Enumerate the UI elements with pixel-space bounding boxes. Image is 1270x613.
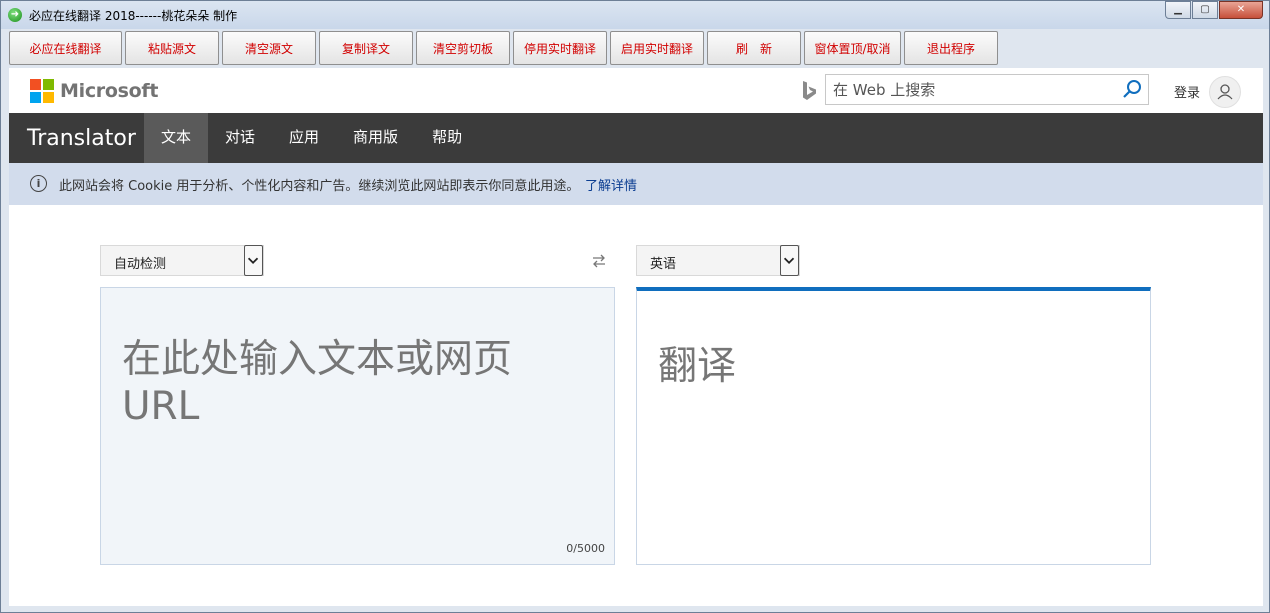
cookie-banner: i 此网站会将 Cookie 用于分析、个性化内容和广告。继续浏览此网站即表示你… [9, 163, 1263, 205]
app-icon: ➜ [8, 8, 22, 22]
tab-help[interactable]: 帮助 [415, 113, 479, 163]
avatar[interactable] [1209, 76, 1241, 108]
chevron-down-icon[interactable] [780, 245, 799, 276]
cookie-text: 此网站会将 Cookie 用于分析、个性化内容和广告。继续浏览此网站即表示你同意… [59, 179, 580, 194]
bing-translate-button[interactable]: 必应在线翻译 [9, 31, 122, 65]
target-language-value: 英语 [650, 257, 677, 272]
topmost-toggle-button[interactable]: 窗体置顶/取消 [804, 31, 901, 65]
refresh-button[interactable]: 刷 新 [707, 31, 801, 65]
app-window: ➜ 必应在线翻译 2018------桃花朵朵 制作 ▁ ▢ ✕ 必应在线翻译 … [0, 0, 1270, 613]
search-input[interactable] [833, 75, 1113, 104]
title-bar[interactable]: ➜ 必应在线翻译 2018------桃花朵朵 制作 ▁ ▢ ✕ [1, 1, 1269, 29]
nav-tabs: 文本 对话 应用 商用版 帮助 [144, 113, 479, 163]
source-language-value: 自动检测 [114, 257, 167, 272]
microsoft-wordmark[interactable]: Microsoft [60, 80, 158, 102]
signin-link[interactable]: 登录 [1174, 82, 1200, 101]
site-header: Microsoft 登录 [9, 68, 1263, 113]
exit-button[interactable]: 退出程序 [904, 31, 998, 65]
user-icon [1217, 84, 1233, 100]
info-icon: i [30, 175, 47, 192]
source-text-area[interactable]: 在此处输入文本或网页 URL 0/5000 [100, 287, 615, 565]
window-controls: ▁ ▢ ✕ [1164, 1, 1263, 19]
chevron-down-icon[interactable] [244, 245, 263, 276]
translator-brand[interactable]: Translator [27, 126, 136, 151]
clear-clipboard-button[interactable]: 清空剪切板 [416, 31, 510, 65]
swap-languages-icon[interactable] [591, 253, 607, 269]
translation-output[interactable]: 翻译 [636, 287, 1151, 565]
clear-source-button[interactable]: 清空源文 [222, 31, 316, 65]
learn-more-link[interactable]: 了解详情 [585, 175, 637, 194]
window-title: 必应在线翻译 2018------桃花朵朵 制作 [29, 9, 238, 23]
source-language-select[interactable]: 自动检测 [100, 245, 264, 276]
minimize-icon[interactable]: ▁ [1165, 1, 1191, 19]
tab-business[interactable]: 商用版 [336, 113, 415, 163]
search-icon[interactable] [1122, 79, 1142, 99]
browser-content: Microsoft 登录 Translator [9, 68, 1263, 606]
source-placeholder: 在此处输入文本或网页 URL [122, 337, 513, 429]
enable-realtime-button[interactable]: 启用实时翻译 [610, 31, 704, 65]
microsoft-logo-icon[interactable] [30, 79, 54, 103]
char-count: 0/5000 [566, 542, 605, 555]
maximize-icon[interactable]: ▢ [1192, 1, 1218, 19]
copy-translation-button[interactable]: 复制译文 [319, 31, 413, 65]
target-language-select[interactable]: 英语 [636, 245, 800, 276]
search-box [825, 74, 1149, 105]
paste-source-button[interactable]: 粘贴源文 [125, 31, 219, 65]
tab-apps[interactable]: 应用 [272, 113, 336, 163]
close-icon[interactable]: ✕ [1219, 1, 1263, 19]
toolbar: 必应在线翻译 粘贴源文 清空源文 复制译文 清空剪切板 停用实时翻译 启用实时翻… [9, 31, 1001, 67]
translation-placeholder: 翻译 [658, 344, 737, 389]
nav-bar: Translator 文本 对话 应用 商用版 帮助 [9, 113, 1263, 163]
disable-realtime-button[interactable]: 停用实时翻译 [513, 31, 607, 65]
bing-icon [803, 81, 816, 100]
tab-conversation[interactable]: 对话 [208, 113, 272, 163]
tab-text[interactable]: 文本 [144, 113, 209, 163]
